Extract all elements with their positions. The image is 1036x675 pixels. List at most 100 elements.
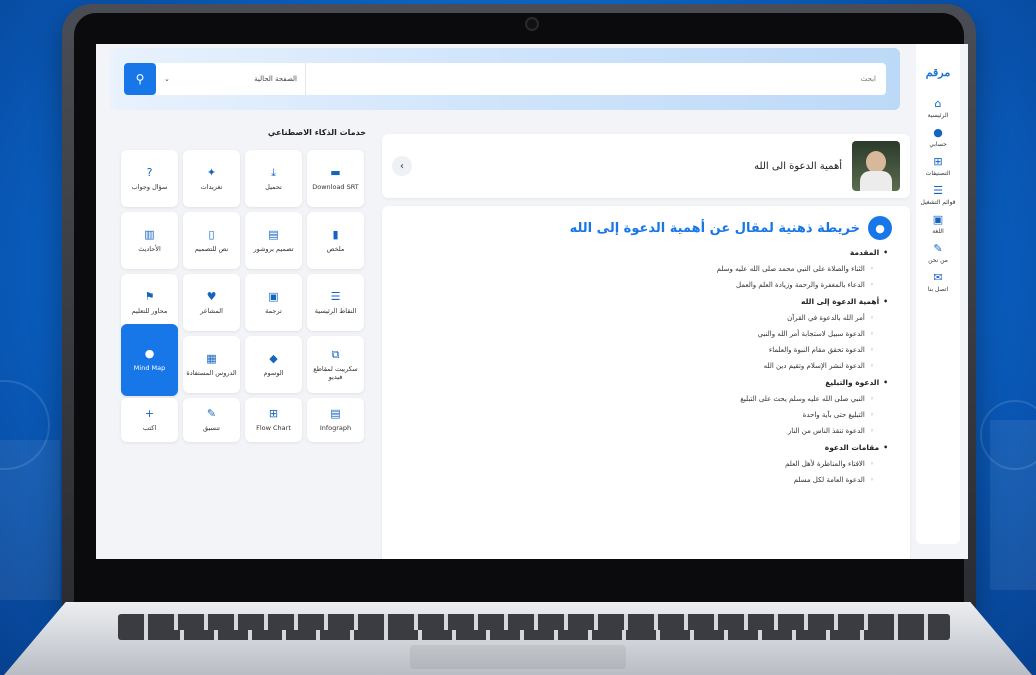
mind-map-section: الدعوة والتبليغ النبي صلى الله عليه وسلم… <box>400 378 892 435</box>
nav-item-contact[interactable]: ✉ اتصل بنا <box>916 271 960 294</box>
service-qa[interactable]: ? سؤال وجواب <box>121 150 178 207</box>
chevron-left-icon: ‹ <box>400 160 404 172</box>
service-tweets[interactable]: ✦ تغريدات <box>183 150 240 207</box>
service-label: الأحاديث <box>138 244 161 253</box>
nav-item-playlists[interactable]: ☰ قوائم التشغيل <box>916 184 960 207</box>
search-button[interactable]: ⚲ <box>124 63 156 95</box>
nav-label: الرئيسية <box>927 112 949 119</box>
service-label: Download SRT <box>312 182 359 191</box>
mind-map-section: المقدمة الثناء والصلاة على النبي محمد صل… <box>400 248 892 289</box>
list-icon: ☰ <box>330 289 341 303</box>
file-icon: ▯ <box>208 227 215 241</box>
mind-map-section: أهمية الدعوة إلى الله أمر الله بالدعوة ف… <box>400 297 892 370</box>
mail-icon: ✉ <box>933 271 943 284</box>
service-download[interactable]: ⤓ تحميل <box>245 150 302 207</box>
service-label: Infograph <box>319 424 352 432</box>
language-icon: ▣ <box>932 213 944 226</box>
service-design-text[interactable]: ▯ نص للتصميم <box>183 212 240 269</box>
lightbulb-icon: ● <box>868 216 892 240</box>
download-icon: ⤓ <box>271 165 276 179</box>
service-key-points[interactable]: ☰ النقاط الرئيسية <box>307 274 364 331</box>
section-point: الدعوة لنشر الإسلام وتقيم دين الله <box>400 362 892 370</box>
section-heading: المقدمة <box>400 248 892 257</box>
plus-icon: + <box>144 407 155 420</box>
heart-icon: ♥ <box>206 289 217 303</box>
document-icon: ▮ <box>332 227 339 241</box>
service-label: ملخص <box>326 244 345 253</box>
service-translate[interactable]: ▣ ترجمة <box>245 274 302 331</box>
service-brochure[interactable]: ▤ تصميم بروشور <box>245 212 302 269</box>
search-bar: ⚲ ⌄ الصفحة الحالية <box>110 48 900 110</box>
nav-label: من نحن <box>928 257 948 264</box>
service-label: الوسوم <box>263 368 284 377</box>
translate-icon: ▣ <box>268 289 279 303</box>
nav-label: حسابي <box>929 141 947 148</box>
service-write[interactable]: + اكتب <box>121 398 178 442</box>
mind-map-title: خريطة ذهنية لمقال عن أهمية الدعوة إلى ال… <box>569 220 860 236</box>
section-point: أمر الله بالدعوة في القرآن <box>400 314 892 322</box>
service-infograph[interactable]: ▤ Infograph <box>307 398 364 442</box>
nav-item-language[interactable]: ▣ اللغة <box>916 213 960 236</box>
app-logo[interactable]: مرقم <box>919 54 957 90</box>
nav-label: التصنيفات <box>925 170 951 177</box>
service-mind-map[interactable]: ● Mind Map <box>121 324 178 396</box>
service-label: ترجمة <box>265 306 282 315</box>
service-summary[interactable]: ▮ ملخص <box>307 212 364 269</box>
search-icon: ⚲ <box>135 72 145 86</box>
background-panel <box>990 420 1036 590</box>
service-label: اكتب <box>142 424 157 432</box>
service-label: تصميم بروشور <box>253 244 294 253</box>
service-flow-chart[interactable]: ⊞ Flow Chart <box>245 398 302 442</box>
nav-item-about[interactable]: ✎ من نحن <box>916 242 960 265</box>
service-emotions[interactable]: ♥ المشاعر <box>183 274 240 331</box>
section-point: الافتاء والمناظرة لأهل العلم <box>400 460 892 468</box>
back-button[interactable]: ‹ <box>392 156 412 176</box>
article-thumbnail[interactable] <box>852 141 900 191</box>
service-label: Mind Map <box>133 364 166 372</box>
nav-label: اتصل بنا <box>927 286 949 293</box>
chevron-down-icon: ⌄ <box>164 75 170 83</box>
service-label: تحميل <box>265 182 282 191</box>
nav-label: اللغة <box>932 228 944 235</box>
pen-icon: ✎ <box>933 242 943 255</box>
service-teaching-topics[interactable]: ⚑ محاور للتعليم <box>121 274 178 331</box>
nav-item-categories[interactable]: ⊞ التصنيفات <box>916 155 960 178</box>
list-icon: ☰ <box>933 184 943 197</box>
categories-icon: ⊞ <box>933 155 943 168</box>
mind-map-section: مقامات الدعوة الافتاء والمناظرة لأهل الع… <box>400 443 892 484</box>
edit-icon: ✎ <box>206 407 217 420</box>
twitter-icon: ✦ <box>206 165 217 179</box>
section-point: الدعوة العامة لكل مسلم <box>400 476 892 484</box>
service-label: سؤال وجواب <box>131 182 168 191</box>
article-title: أهمية الدعوة الى الله <box>754 160 842 172</box>
folder-icon: ▬ <box>330 165 341 179</box>
service-download-srt[interactable]: ▬ Download SRT <box>307 150 364 207</box>
service-label: الدروس المستفادة <box>186 368 237 377</box>
section-point: الدعاء بالمغفرة والرحمة وزيادة العلم وال… <box>400 281 892 289</box>
section-point: النبي صلى الله عليه وسلم يحث على التبليغ <box>400 395 892 403</box>
search-input[interactable] <box>306 63 886 95</box>
service-tags[interactable]: ◆ الوسوم <box>245 336 302 393</box>
app-screen: مرقم ⌂ الرئيسية ● حسابي ⊞ التصنيفات ☰ قو… <box>96 44 968 559</box>
user-icon: ● <box>933 126 943 139</box>
speaker-face <box>866 151 886 173</box>
service-video-script[interactable]: ⧉ سكريبت لمقاطع فيديو <box>307 336 364 393</box>
nav-item-home[interactable]: ⌂ الرئيسية <box>916 98 960 120</box>
question-icon: ? <box>146 165 153 179</box>
teaching-icon: ⚑ <box>144 289 155 303</box>
service-label: النقاط الرئيسية <box>314 306 357 315</box>
ai-services-title: خدمات الذكاء الاصطناعي <box>267 128 366 137</box>
section-point: التبليغ حتى بآية واحدة <box>400 411 892 419</box>
section-heading: الدعوة والتبليغ <box>400 378 892 387</box>
speaker-body <box>860 171 892 191</box>
flowchart-icon: ⊞ <box>268 407 279 420</box>
service-hadiths[interactable]: ▥ الأحاديث <box>121 212 178 269</box>
nav-item-account[interactable]: ● حسابي <box>916 126 960 149</box>
side-navigation: مرقم ⌂ الرئيسية ● حسابي ⊞ التصنيفات ☰ قو… <box>916 44 960 544</box>
service-lessons[interactable]: ▦ الدروس المستفادة <box>183 336 240 393</box>
service-format[interactable]: ✎ تنسيق <box>183 398 240 442</box>
trackpad <box>410 645 626 669</box>
search-scope-select[interactable]: ⌄ الصفحة الحالية <box>156 63 306 95</box>
tag-icon: ◆ <box>269 351 278 365</box>
camera-icon <box>527 19 537 29</box>
